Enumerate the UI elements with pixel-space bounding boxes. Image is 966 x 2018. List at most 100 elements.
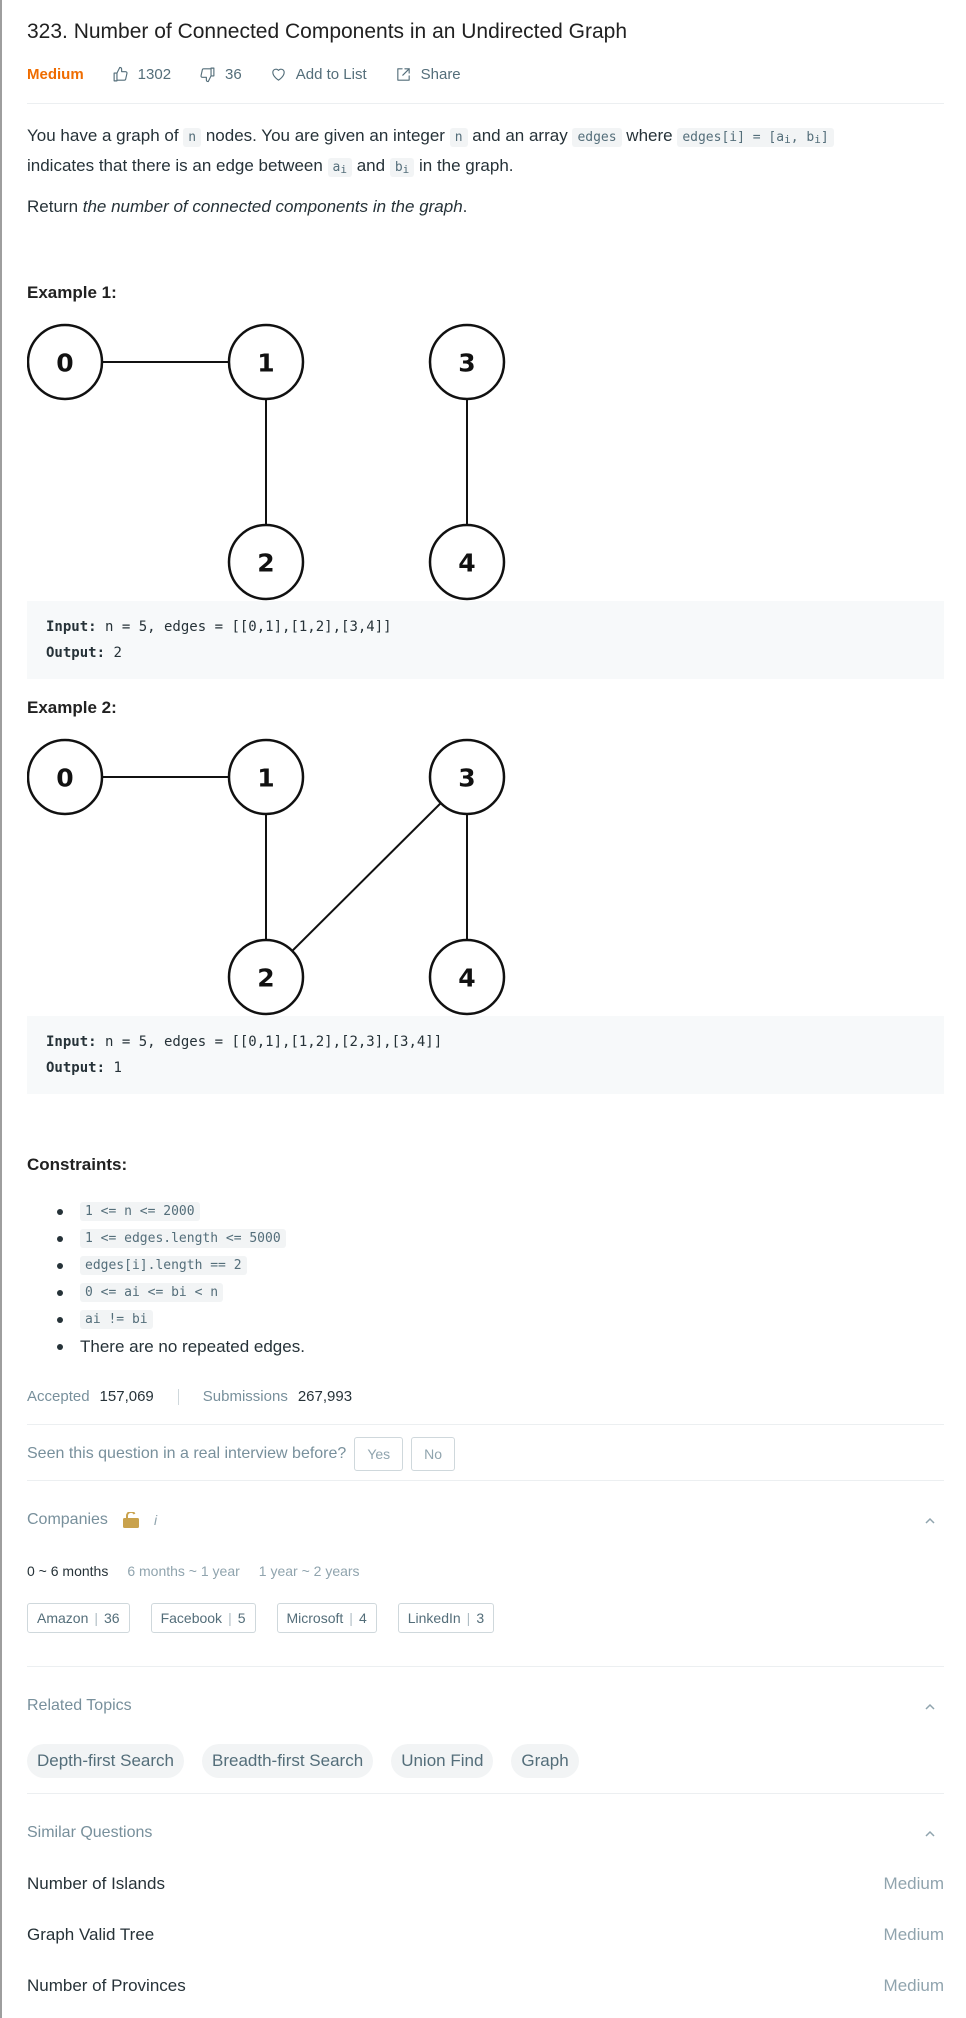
code-part: , b <box>790 130 815 145</box>
constraint-code: edges[i].length == 2 <box>80 1256 247 1275</box>
company-tag-linkedin[interactable]: LinkedIn | 3 <box>397 1603 495 1633</box>
output-label: Output: <box>46 645 106 661</box>
add-to-list-button[interactable]: Add to List <box>270 66 367 83</box>
interview-question: Seen this question in a real interview b… <box>27 1445 347 1462</box>
topic-tag-dfs[interactable]: Depth-first Search <box>27 1744 184 1778</box>
heart-icon <box>272 68 285 81</box>
graph-node-label: 1 <box>257 764 274 793</box>
share-button[interactable]: Share <box>395 66 461 83</box>
graph-node-label: 3 <box>458 349 475 378</box>
company-tag-facebook[interactable]: Facebook | 5 <box>150 1603 256 1633</box>
thumbs-up-icon <box>113 66 128 81</box>
graph-node-label: 1 <box>257 349 274 378</box>
chevron-up-icon[interactable] <box>924 1700 936 1712</box>
chevron-up-icon[interactable] <box>924 1514 936 1526</box>
desc-text: and an array <box>467 126 573 145</box>
stats-divider <box>27 1424 944 1425</box>
inline-code: edges[i] = [ai, bi] <box>677 128 834 147</box>
like-button[interactable]: 1302 <box>112 66 171 83</box>
similar-question-row[interactable]: Number of Provinces Medium <box>27 1971 944 2001</box>
company-name: Amazon <box>37 1610 89 1626</box>
topic-tag-bfs[interactable]: Breadth-first Search <box>202 1744 374 1778</box>
topics-divider <box>27 1793 944 1794</box>
tab-0-6-months[interactable]: 0 ~ 6 months <box>27 1563 108 1579</box>
constraint-code: ai != bi <box>80 1310 153 1329</box>
output-value: 2 <box>105 645 122 661</box>
graph-node-4: 4 <box>428 523 506 601</box>
company-tag-microsoft[interactable]: Microsoft | 4 <box>276 1603 377 1633</box>
tag-separator: | <box>94 1610 98 1626</box>
topic-tag-graph[interactable]: Graph <box>511 1744 579 1778</box>
graph-node-0: 0 <box>27 738 104 816</box>
problem-title: 323. Number of Connected Components in a… <box>27 20 628 43</box>
inline-code: n <box>449 128 468 147</box>
share-label: Share <box>420 65 461 83</box>
graph-node-2: 2 <box>227 938 305 1016</box>
tab-6-months-1-year[interactable]: 6 months ~ 1 year <box>127 1563 239 1579</box>
inline-code: edges <box>572 128 622 147</box>
interview-prompt: Seen this question in a real interview b… <box>27 1437 456 1471</box>
graph-node-label: 4 <box>458 549 475 578</box>
constraint-item: edges[i].length == 2 <box>53 1252 305 1279</box>
chevron-up-icon[interactable] <box>924 1827 936 1839</box>
code-sub: i <box>814 133 821 146</box>
info-icon[interactable]: i <box>154 1512 157 1528</box>
interview-yes-button[interactable]: Yes <box>354 1437 404 1471</box>
example-2-heading: Example 2: <box>27 698 117 717</box>
constraint-item: ai != bi <box>53 1306 305 1333</box>
graph-node-label: 0 <box>56 764 73 793</box>
share-icon <box>396 67 410 81</box>
tag-separator: | <box>228 1610 232 1626</box>
company-tag-amazon[interactable]: Amazon | 36 <box>27 1603 130 1633</box>
similar-question-row[interactable]: Number of Islands Medium <box>27 1869 944 1899</box>
company-name: LinkedIn <box>407 1610 461 1626</box>
input-label: Input: <box>46 1034 97 1050</box>
company-count: 4 <box>358 1610 367 1626</box>
topic-tags: Depth-first Search Breadth-first Search … <box>27 1744 597 1778</box>
desc-text: Return <box>27 197 83 216</box>
graph-node-0: 0 <box>27 323 104 401</box>
company-frequency-tabs: 0 ~ 6 months 6 months ~ 1 year 1 year ~ … <box>27 1563 379 1579</box>
topic-tag-union-find[interactable]: Union Find <box>391 1744 494 1778</box>
dislike-button[interactable]: 36 <box>199 66 242 83</box>
desc-text: . <box>462 197 468 216</box>
graph-node-1: 1 <box>227 323 305 401</box>
similar-questions-header[interactable]: Similar Questions <box>27 1824 944 1842</box>
input-label: Input: <box>46 619 97 635</box>
similar-question-level: Medium <box>883 1925 944 1944</box>
inline-code: ai <box>327 158 352 177</box>
desc-text: nodes. You are given an integer <box>201 126 450 145</box>
constraints-list: 1 <= n <= 2000 1 <= edges.length <= 5000… <box>53 1198 305 1360</box>
constraints-heading: Constraints: <box>27 1155 128 1174</box>
submissions-value: 267,993 <box>297 1388 353 1405</box>
code-sub: i <box>340 163 347 176</box>
related-topics-header[interactable]: Related Topics <box>27 1697 944 1715</box>
similar-question-row[interactable]: Graph Valid Tree Medium <box>27 1920 944 1950</box>
tab-1-2-years[interactable]: 1 year ~ 2 years <box>259 1563 360 1579</box>
graph-node-3: 3 <box>428 738 506 816</box>
company-name: Microsoft <box>286 1610 344 1626</box>
graph-node-label: 0 <box>56 349 73 378</box>
submission-stats: Accepted 157,069 Submissions 267,993 <box>27 1388 352 1405</box>
constraint-item: 0 <= ai <= bi < n <box>53 1279 305 1306</box>
problem-meta: Medium 1302 36 Add to List Share <box>27 62 489 86</box>
graph-node-label: 2 <box>257 549 274 578</box>
add-to-list-label: Add to List <box>295 65 367 83</box>
company-tags: Amazon | 36 Facebook | 5 Microsoft | 4 LinkedI… <box>27 1603 515 1633</box>
constraint-item: There are no repeated edges. <box>53 1333 305 1360</box>
similar-question-level: Medium <box>883 1976 944 1995</box>
constraint-item: 1 <= edges.length <= 5000 <box>53 1225 305 1252</box>
constraint-code: 1 <= edges.length <= 5000 <box>80 1229 286 1248</box>
constraint-text: There are no repeated edges. <box>80 1336 305 1356</box>
code-part: b <box>394 160 403 175</box>
interview-no-button[interactable]: No <box>411 1437 456 1471</box>
example-1-heading: Example 1: <box>27 283 117 302</box>
companies-header[interactable]: Companies i <box>27 1511 944 1529</box>
difficulty-badge: Medium <box>27 65 84 83</box>
input-value: n = 5, edges = [[0,1],[1,2],[3,4]] <box>96 619 392 635</box>
inline-code: n <box>183 128 202 147</box>
company-count: 5 <box>237 1610 246 1626</box>
accepted-label: Accepted <box>27 1388 90 1405</box>
thumbs-down-icon <box>200 67 215 82</box>
code-sub: i <box>402 163 410 176</box>
